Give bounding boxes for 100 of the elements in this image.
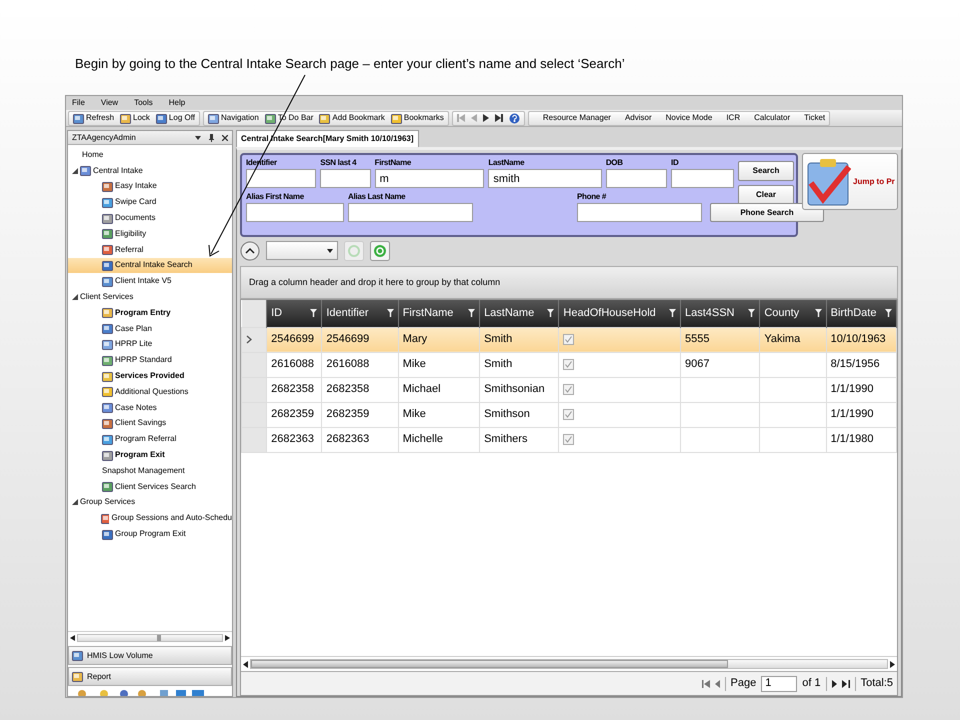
table-row[interactable]: 2682359 2682359 Mike Smithson 1/1/1990	[242, 402, 896, 427]
toolbar-button[interactable]: Navigation	[208, 112, 259, 124]
column-header[interactable]: BirthDate	[826, 300, 896, 327]
column-header[interactable]: County	[760, 300, 826, 327]
filter-icon[interactable]	[547, 309, 554, 318]
input-field[interactable]	[577, 203, 702, 222]
menu-item[interactable]: Tools	[134, 97, 153, 109]
input-field[interactable]: m	[374, 169, 484, 188]
last-page-icon[interactable]	[842, 680, 850, 688]
tree-item[interactable]: Swipe Card	[68, 194, 232, 210]
next-page-icon[interactable]	[832, 680, 837, 688]
checkbox[interactable]	[563, 434, 574, 445]
refresh-icon[interactable]	[370, 240, 390, 260]
dropdown-icon[interactable]	[195, 136, 201, 140]
toolbar-button[interactable]: Novice Mode	[666, 112, 712, 124]
table-row[interactable]: 2616088 2616088 Mike Smith 9067 8/15/1956	[242, 352, 896, 377]
column-header[interactable]: ID	[266, 300, 322, 327]
first-page-icon[interactable]	[702, 680, 710, 688]
last-icon[interactable]	[494, 114, 503, 122]
panel-button[interactable]: HMIS Low Volume	[68, 646, 232, 665]
filter-icon[interactable]	[468, 309, 476, 318]
tree-item[interactable]: Documents	[68, 210, 232, 226]
table-row[interactable]: 2682358 2682358 Michael Smithsonian 1/1/1990	[242, 377, 896, 402]
table-row[interactable]: 2682363 2682363 Michelle Smithers 1/1/1980	[242, 427, 896, 452]
search-button[interactable]: Search	[738, 161, 794, 181]
menu-item[interactable]: File	[72, 97, 85, 109]
tree-item[interactable]: Group Services	[68, 494, 232, 510]
checkbox[interactable]	[563, 384, 574, 395]
input-field[interactable]	[246, 169, 316, 188]
pin-icon[interactable]	[209, 134, 214, 142]
toolbar-button[interactable]: Ticket	[804, 112, 826, 124]
next-icon[interactable]	[482, 114, 489, 122]
toolbar-button[interactable]: Log Off	[156, 112, 196, 124]
filter-icon[interactable]	[748, 309, 756, 318]
tree-item[interactable]: Home	[68, 147, 232, 163]
expanded-icon[interactable]	[72, 168, 78, 174]
column-header[interactable]: HeadOfHouseHold	[558, 300, 680, 327]
toolbar-button[interactable]: Refresh	[73, 112, 114, 124]
checkbox[interactable]	[563, 358, 574, 370]
tree-item[interactable]: Client Intake V5	[68, 273, 232, 290]
toolbar-button[interactable]: Advisor	[624, 112, 652, 124]
tree-item[interactable]: Easy Intake	[68, 178, 232, 194]
tab[interactable]: Central Intake Search[Mary Smith 10/10/1963]	[236, 130, 419, 147]
scrollbar-track[interactable]	[77, 634, 223, 642]
close-icon[interactable]	[222, 134, 228, 140]
page-field[interactable]: 1	[761, 676, 798, 692]
previous-page-icon[interactable]	[714, 680, 720, 688]
filter-icon[interactable]	[386, 309, 394, 318]
input-field[interactable]	[246, 203, 344, 222]
toolbar-button[interactable]: Lock	[120, 112, 150, 124]
filter-icon[interactable]	[310, 309, 318, 318]
filter-icon[interactable]	[668, 309, 676, 318]
checkbox[interactable]	[563, 334, 574, 345]
toolbar-button[interactable]: Resource Manager	[542, 112, 611, 124]
checkbox[interactable]	[563, 408, 574, 420]
tree-item[interactable]: Group Sessions and Auto-Schedu	[68, 510, 232, 526]
tree-item[interactable]: Client Services Search	[68, 478, 232, 495]
tree-item[interactable]: Case Plan	[68, 320, 232, 337]
tree-item[interactable]: Program Referral	[68, 431, 232, 448]
tree-item[interactable]: Central Intake Search	[68, 258, 232, 274]
column-header[interactable]: Identifier	[322, 300, 398, 327]
scroll-right-icon[interactable]	[890, 660, 895, 668]
tree-item[interactable]: Program Entry	[68, 304, 232, 321]
toolbar-button[interactable]: Bookmarks	[390, 112, 444, 124]
tree-item[interactable]: Client Savings	[68, 416, 232, 432]
tree-item[interactable]: Additional Questions	[68, 384, 232, 400]
filter-icon[interactable]	[814, 309, 822, 318]
tree-item[interactable]: Group Program Exit	[68, 526, 232, 542]
filter-icon[interactable]	[885, 309, 892, 318]
tree-item[interactable]: Central Intake	[68, 162, 232, 179]
tree-item[interactable]: Snapshot Management	[68, 462, 232, 479]
column-header[interactable]: Last4SSN	[680, 300, 760, 327]
menu-item[interactable]: View	[100, 97, 118, 109]
tree-item[interactable]: Program Exit	[68, 447, 232, 463]
expanded-icon[interactable]	[72, 294, 78, 300]
scroll-left-icon[interactable]	[243, 660, 248, 668]
tree-item[interactable]: Client Services	[68, 289, 232, 305]
toolbar-button[interactable]: ICR	[726, 112, 740, 124]
dropdown-field[interactable]	[266, 241, 338, 260]
tree-item[interactable]: Eligibility	[68, 226, 232, 242]
tree-item[interactable]: HPRP Standard	[68, 352, 232, 368]
toolbar-button[interactable]: Add Bookmark	[319, 112, 385, 124]
expanded-icon[interactable]	[72, 499, 78, 506]
jump-button[interactable]: Jump to Pr	[802, 153, 898, 210]
panel-button[interactable]: Report	[68, 667, 232, 686]
help-icon[interactable]	[508, 112, 520, 124]
scroll-right-icon[interactable]	[225, 635, 230, 641]
table-row[interactable]: 2546699 2546699 Mary Smith 5555 Yakima 10/10/1963	[242, 327, 896, 352]
scrollbar-track[interactable]	[250, 659, 888, 669]
tree-item[interactable]: HPRP Lite	[68, 336, 232, 352]
clear-button[interactable]: Clear	[738, 185, 794, 205]
column-header[interactable]: FirstName	[398, 300, 480, 327]
column-header[interactable]: LastName	[480, 300, 559, 327]
input-field[interactable]	[671, 169, 734, 188]
input-field[interactable]	[606, 169, 668, 188]
tree-item[interactable]: Referral	[68, 242, 232, 258]
toolbar-button[interactable]: Calculator	[754, 112, 790, 124]
tree-item[interactable]: Services Provided	[68, 368, 232, 384]
collapse-icon[interactable]	[240, 240, 260, 260]
menu-item[interactable]: Help	[168, 97, 186, 109]
